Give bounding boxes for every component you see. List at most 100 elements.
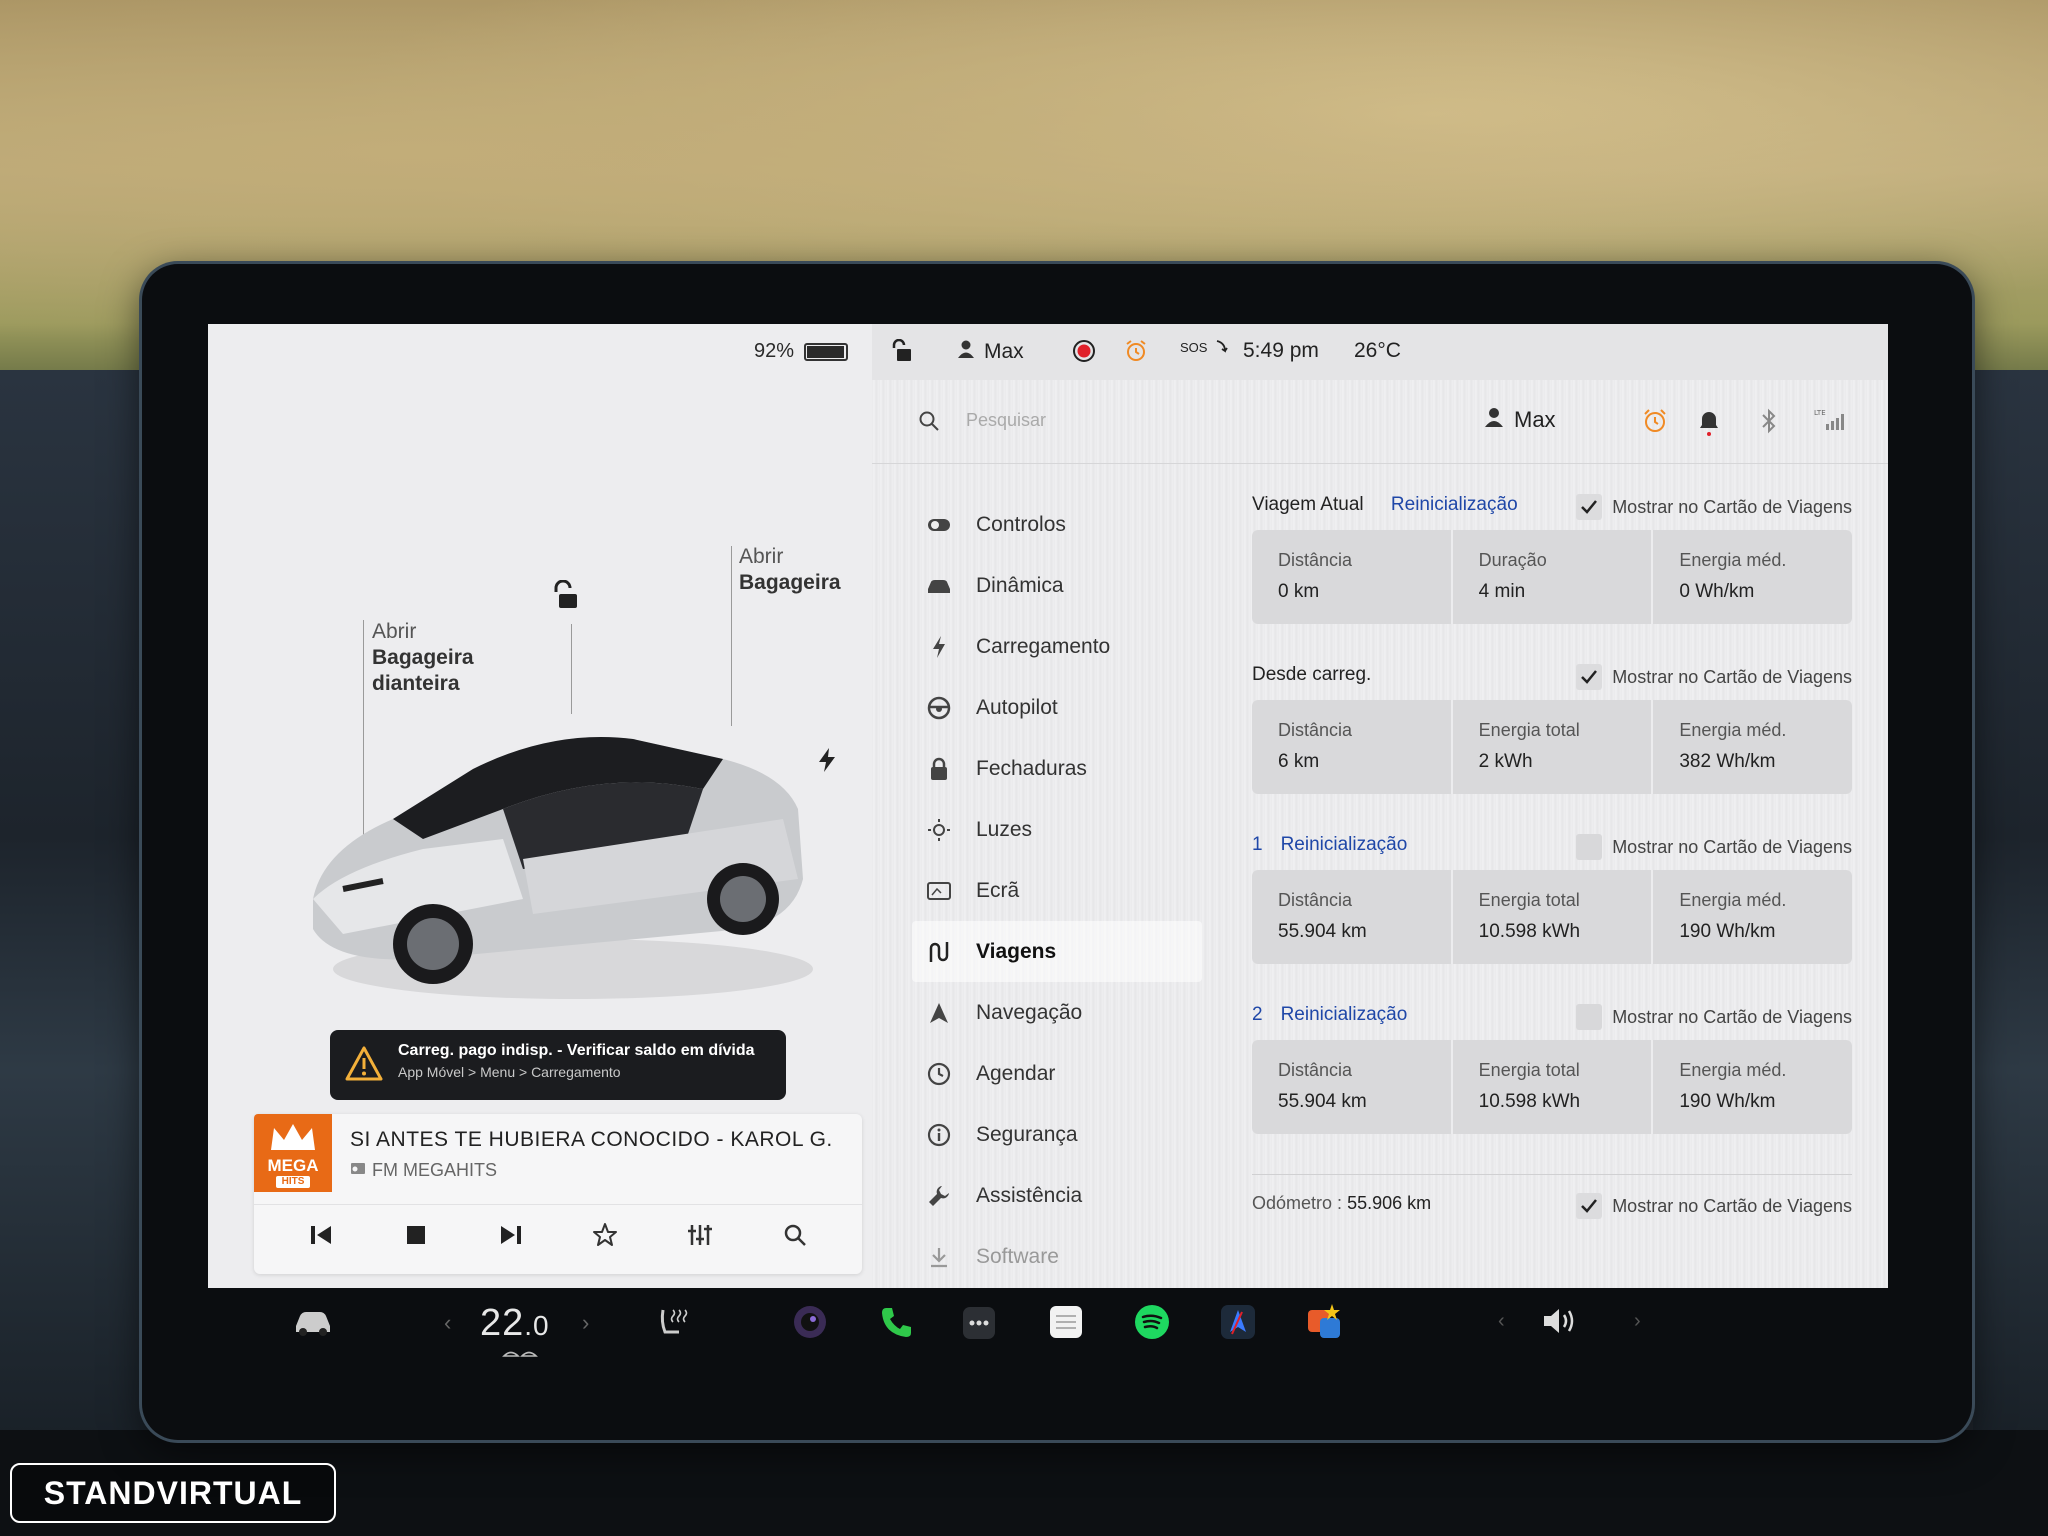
sos-indicator[interactable]: SOS: [1180, 339, 1229, 355]
cabin-temperature[interactable]: 22.0: [480, 1302, 550, 1345]
station-logo: MEGA HITS: [254, 1114, 332, 1192]
menu-item-controlos[interactable]: Controlos: [912, 494, 1202, 555]
checkbox-unchecked[interactable]: [1576, 1004, 1603, 1030]
temp-down-icon[interactable]: ‹: [444, 1310, 451, 1336]
stat-value: 190 Wh/km: [1679, 921, 1776, 942]
menu-item-navegacao[interactable]: Navegação: [912, 982, 1202, 1043]
trips-panel: Viagem Atual Reinicialização Mostrar no …: [1252, 494, 1852, 1219]
stat-label: Energia total: [1478, 1060, 1580, 1080]
stop-icon[interactable]: [396, 1215, 436, 1255]
menu-item-software[interactable]: Software: [912, 1226, 1202, 1287]
current-trip-show-toggle[interactable]: Mostrar no Cartão de Viagens: [1576, 494, 1852, 520]
profile-status[interactable]: Max: [956, 339, 1024, 365]
bottom-dock: ‹ 22.0 › ‹ ›: [240, 1296, 1880, 1356]
previous-track-icon[interactable]: [301, 1215, 341, 1255]
profile-button[interactable]: Max: [1484, 406, 1556, 434]
unlock-icon[interactable]: [550, 579, 580, 617]
open-trunk-button[interactable]: Abrir Bagageira: [739, 544, 841, 596]
search-input[interactable]: Pesquisar: [966, 410, 1046, 431]
stat-label: Energia méd.: [1679, 1060, 1787, 1080]
unlocked-icon[interactable]: [890, 339, 912, 363]
car-icon: [926, 573, 952, 599]
battery-icon: [804, 342, 848, 361]
menu-item-autopilot[interactable]: Autopilot: [912, 677, 1202, 738]
temp-up-icon[interactable]: ›: [582, 1310, 589, 1336]
phone-icon[interactable]: [878, 1304, 914, 1345]
toggle-icon: [926, 512, 952, 538]
status-bar: Max SOS 5:49 pm 26°C: [872, 324, 1888, 380]
favorite-star-icon[interactable]: [585, 1215, 625, 1255]
checkbox-checked[interactable]: [1576, 664, 1603, 690]
equalizer-icon[interactable]: [680, 1215, 720, 1255]
menu-item-label: Segurança: [976, 1122, 1078, 1146]
touchscreen: 92% Abrir Bagageira dianteira Abrir Baga…: [208, 324, 1888, 1288]
radio-icon: [350, 1160, 366, 1181]
crown-icon: [271, 1124, 315, 1150]
stat-cell: Distância 0 km: [1252, 530, 1453, 624]
frunk-label-3: dianteira: [372, 672, 460, 695]
since-charge-show-toggle[interactable]: Mostrar no Cartão de Viagens: [1576, 664, 1852, 690]
settings-menu: Controlos Dinâmica Carregamento Autopilot Fe…: [912, 494, 1202, 1287]
stat-label: Distância: [1278, 550, 1353, 570]
sentry-alarm-icon[interactable]: [1124, 339, 1148, 363]
trip2-header: 2 Reinicialização Mostrar no Cartão de Vi…: [1252, 1004, 1852, 1040]
volume-down-icon[interactable]: ‹: [1498, 1310, 1505, 1333]
media-controls: [254, 1204, 862, 1264]
next-track-icon[interactable]: [491, 1215, 531, 1255]
charging-alert[interactable]: Carreg. pago indisp. - Verificar saldo e…: [330, 1030, 786, 1100]
trip1-reset-button[interactable]: Reinicialização: [1281, 834, 1408, 855]
clock: 5:49 pm: [1243, 339, 1319, 362]
bluetooth-icon[interactable]: [1760, 408, 1778, 439]
alarm-icon[interactable]: [1642, 408, 1668, 439]
menu-item-ecra[interactable]: Ecrã: [912, 860, 1202, 921]
checkbox-unchecked[interactable]: [1576, 834, 1603, 860]
more-apps-icon[interactable]: [962, 1306, 996, 1345]
vehicle-panel: 92% Abrir Bagageira dianteira Abrir Baga…: [208, 324, 872, 1288]
menu-item-seguranca[interactable]: Segurança: [912, 1104, 1202, 1165]
menu-item-fechaduras[interactable]: Fechaduras: [912, 738, 1202, 799]
volume-up-icon[interactable]: ›: [1634, 1310, 1641, 1333]
settings-panel: Max SOS 5:49 pm 26°C Pesquisar Max LTE C…: [872, 324, 1888, 1288]
odometer-show-toggle[interactable]: Mostrar no Cartão de Viagens: [1576, 1193, 1852, 1219]
calendar-app-icon[interactable]: [1048, 1304, 1084, 1345]
menu-item-luzes[interactable]: Luzes: [912, 799, 1202, 860]
menu-item-assistencia[interactable]: Assistência: [912, 1165, 1202, 1226]
stat-value: 382 Wh/km: [1679, 751, 1776, 772]
dashcam-record-icon[interactable]: [1072, 339, 1096, 363]
checkbox-checked[interactable]: [1576, 494, 1603, 520]
menu-item-label: Agendar: [976, 1061, 1056, 1085]
volume-icon[interactable]: [1542, 1306, 1582, 1341]
seat-heater-icon[interactable]: [657, 1306, 689, 1343]
menu-item-label: Viagens: [976, 939, 1057, 963]
open-frunk-button[interactable]: Abrir Bagageira dianteira: [372, 619, 474, 697]
menu-item-dinamica[interactable]: Dinâmica: [912, 555, 1202, 616]
lock-icon: [926, 756, 952, 782]
car-icon[interactable]: [292, 1308, 334, 1341]
search-icon[interactable]: [918, 410, 940, 437]
trip2-show-toggle[interactable]: Mostrar no Cartão de Viagens: [1576, 1004, 1852, 1030]
temperature-int: 22: [480, 1302, 525, 1344]
menu-item-carregamento[interactable]: Carregamento: [912, 616, 1202, 677]
search-icon[interactable]: [775, 1215, 815, 1255]
current-trip-reset-button[interactable]: Reinicialização: [1391, 494, 1518, 515]
show-in-card-label: Mostrar no Cartão de Viagens: [1612, 836, 1852, 857]
trip2-reset-button[interactable]: Reinicialização: [1281, 1004, 1408, 1025]
spotify-icon[interactable]: [1134, 1304, 1170, 1345]
checkbox-checked[interactable]: [1576, 1193, 1603, 1219]
toybox-app-icon[interactable]: [1306, 1302, 1344, 1345]
stat-label: Duração: [1478, 550, 1547, 570]
navigation-app-icon[interactable]: [1220, 1304, 1256, 1345]
trip1-show-toggle[interactable]: Mostrar no Cartão de Viagens: [1576, 834, 1852, 860]
display-icon: [926, 878, 952, 904]
menu-item-agendar[interactable]: Agendar: [912, 1043, 1202, 1104]
menu-item-label: Navegação: [976, 1000, 1083, 1024]
wrench-icon: [926, 1183, 952, 1209]
notification-bell-icon[interactable]: [1698, 408, 1720, 441]
odometer-value: 55.906 km: [1347, 1193, 1432, 1213]
menu-item-viagens[interactable]: Viagens: [912, 921, 1202, 982]
show-in-card-label: Mostrar no Cartão de Viagens: [1612, 666, 1852, 687]
warning-icon: [345, 1046, 383, 1081]
camera-app-icon[interactable]: [792, 1304, 828, 1345]
logo-hits: HITS: [276, 1176, 310, 1188]
stat-label: Distância: [1278, 890, 1353, 910]
